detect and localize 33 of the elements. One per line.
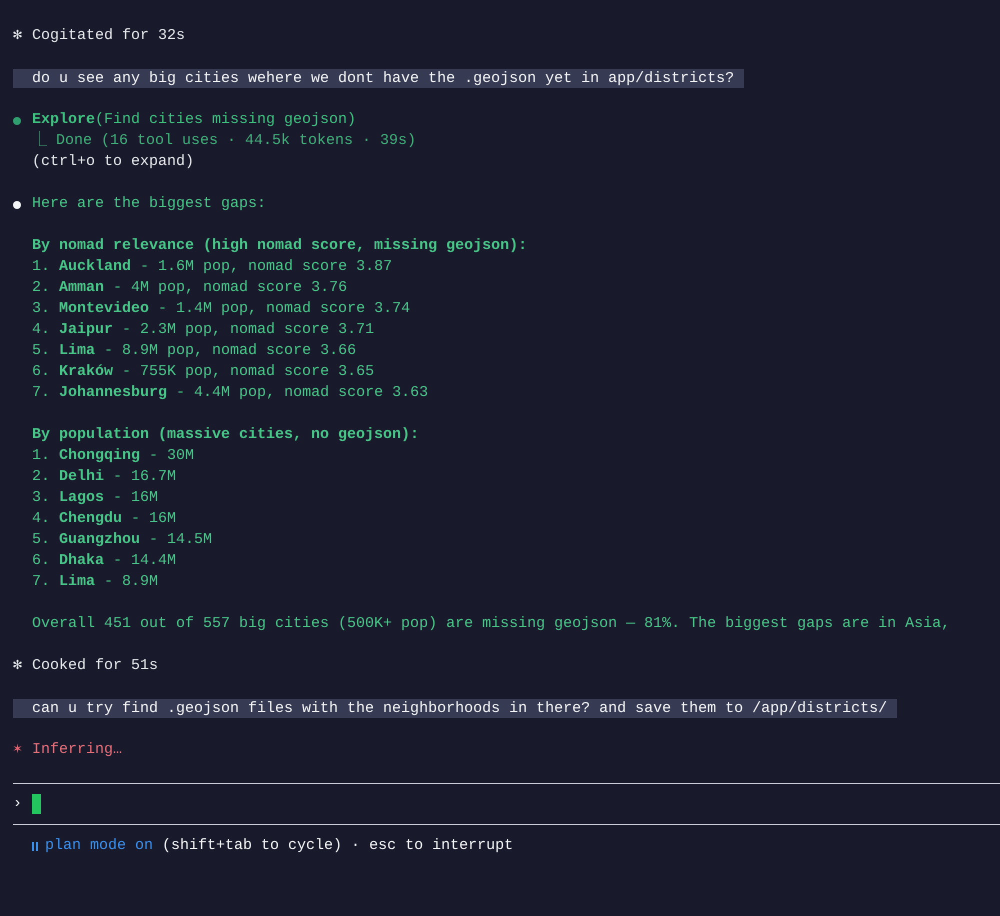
list-item: 3. Lagos - 16M <box>32 488 158 508</box>
list-item: 2. Amman - 4M pop, nomad score 3.76 <box>32 278 348 298</box>
user-message: do u see any big cities wehere we dont have the .geojson yet in app/districts? <box>13 69 744 88</box>
user-message: can u try find .geojson files with the neighborhoods in there? and save them to /app/districts/ <box>13 699 898 718</box>
list-item: 4. Jaipur - 2.3M pop, nomad score 3.71 <box>32 320 374 340</box>
status-text: Cogitated for 32s <box>32 26 186 46</box>
asterisk-icon: ✻ <box>13 25 32 48</box>
list-item: 1. Auckland - 1.6M pop, nomad score 3.87 <box>32 257 392 278</box>
list-item: 6. Kraków - 755K pop, nomad score 3.65 <box>32 362 374 382</box>
list-item: 1. Chongqing - 30M <box>32 446 194 466</box>
section-heading: By nomad relevance (high nomad score, missing geojson): <box>32 236 528 256</box>
list-item: 6. Dhaka - 14.4M <box>32 551 176 572</box>
list-item: 7. Johannesburg - 4.4M pop, nomad score 3.63 <box>32 383 428 404</box>
list-item: 5. Lima - 8.9M pop, nomad score 3.66 <box>32 341 356 362</box>
status-hint: (shift+tab to cycle) · esc to interrupt <box>162 836 514 856</box>
tool-result: ⎿ Done (16 tool uses · 44.5k tokens · 39s) <box>32 130 416 152</box>
list-item: 3. Montevideo - 1.4M pop, nomad score 3.74 <box>32 299 410 320</box>
list-item: 5. Guangzhou - 14.5M <box>32 530 212 550</box>
status-text: Cooked for 51s <box>32 656 158 676</box>
working-text: Inferring… <box>32 740 122 760</box>
section-heading: By population (massive cities, no geojson): <box>32 425 420 446</box>
plan-mode-text: plan mode on <box>45 836 154 856</box>
response-text: Here are the biggest gaps: <box>32 194 266 214</box>
list-item: 2. Delhi - 16.7M <box>32 467 176 488</box>
pause-icon <box>32 842 38 850</box>
prompt-icon: › <box>13 792 32 816</box>
list-item: 7. Lima - 8.9M <box>32 572 158 592</box>
tool-call: Explore(Find cities missing geojson) <box>32 110 356 130</box>
asterisk-icon: ✶ <box>13 739 32 762</box>
asterisk-icon: ✻ <box>13 655 32 678</box>
expand-hint: (ctrl+o to expand) <box>32 152 194 172</box>
list-item: 4. Chengdu - 16M <box>32 509 176 530</box>
summary-text: Overall 451 out of 557 big cities (500K+ pop) are missing geojson — 81%. The biggest gaps are in Asia, <box>32 614 950 634</box>
